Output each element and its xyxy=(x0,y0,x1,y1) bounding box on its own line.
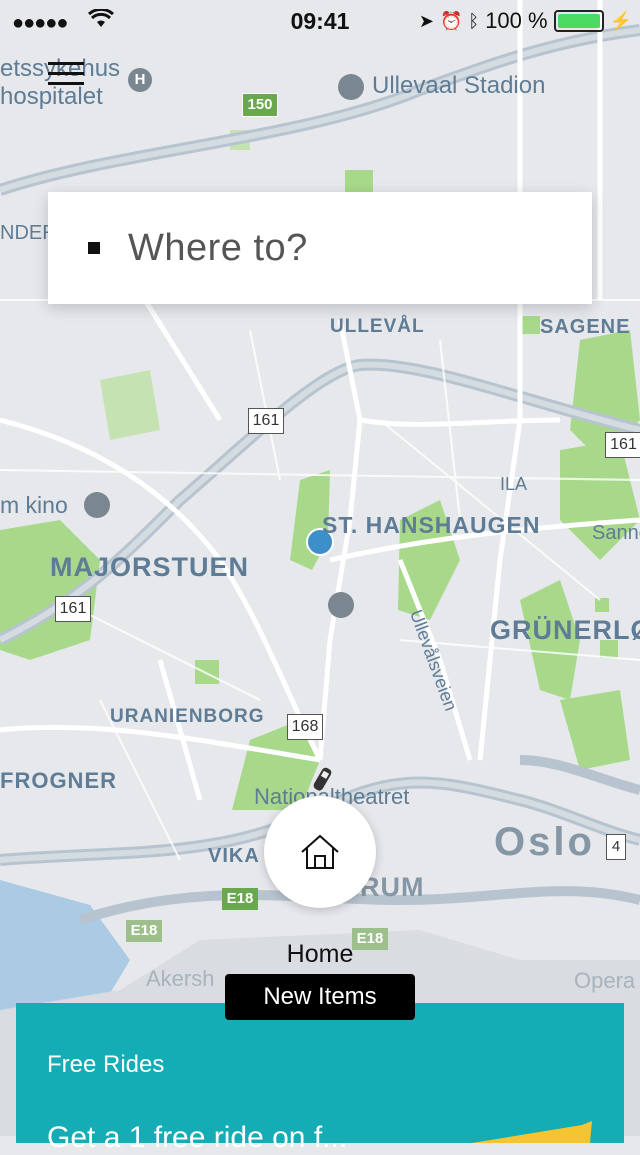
home-label: Home xyxy=(286,940,354,968)
map-label-ila: ILA xyxy=(500,474,528,494)
road-shield: 168 xyxy=(287,714,323,740)
where-to-search[interactable]: Where to? xyxy=(48,192,592,304)
park xyxy=(100,370,160,440)
battery-icon xyxy=(553,10,604,32)
road-shield: 161 xyxy=(248,408,284,434)
new-items-label: New Items xyxy=(263,983,377,1010)
home-icon xyxy=(301,834,339,869)
promo-subtitle: Get a 1 free ride on f... xyxy=(47,1121,348,1154)
map-label-ullevaal: ULLEVÅL xyxy=(330,316,425,337)
map-label-majorstuen: MAJORSTUEN xyxy=(50,552,250,582)
road-shield: E18 xyxy=(126,920,162,942)
map-label-ullevaal-stadion: Ullevaal Stadion xyxy=(372,72,546,99)
menu-button[interactable] xyxy=(48,62,84,90)
hospital-icon: H xyxy=(128,68,152,92)
battery-percent: 100 % xyxy=(485,8,548,33)
map-label-vika: VIKA xyxy=(208,845,260,867)
stadium-icon xyxy=(328,592,354,618)
road-shield: 150 xyxy=(242,93,278,117)
charging-icon: ⚡ xyxy=(609,10,632,31)
home-shortcut-button[interactable] xyxy=(264,796,376,908)
map-label-sannergata: Sanne xyxy=(592,522,640,544)
road-shield: E18 xyxy=(222,888,258,910)
map-label-grunerlokka: GRÜNERLØ xyxy=(490,615,640,645)
road-shield: 4 xyxy=(606,834,626,860)
search-placeholder: Where to? xyxy=(128,226,308,269)
map-label-st-hanshaugen: ST. HANSHAUGEN xyxy=(322,512,541,538)
map-label-sagene: SAGENE xyxy=(540,316,631,338)
status-bar: ●●●●● 09:41 ➤ ⏰ ᛒ 100 % ⚡ xyxy=(0,0,640,40)
alarm-icon: ⏰ xyxy=(439,10,463,31)
map-label-uranienborg: URANIENBORG xyxy=(110,706,265,727)
cinema-icon xyxy=(84,492,110,518)
map-label-frogner: FROGNER xyxy=(0,768,117,793)
map-label-oslo: Oslo xyxy=(494,820,595,864)
destination-square-icon xyxy=(88,242,100,254)
map-label-opera: Opera xyxy=(574,968,636,993)
bluetooth-icon: ᛒ xyxy=(468,10,480,31)
menu-icon xyxy=(48,62,84,65)
stadium-icon xyxy=(338,74,364,100)
promo-card[interactable]: Free Rides Get a 1 free ride on f... xyxy=(16,1003,624,1154)
road-shield: 161 xyxy=(55,596,91,622)
ticket-icon xyxy=(472,1121,592,1143)
map-label-aker: Akersh xyxy=(146,966,215,991)
new-items-button[interactable]: New Items xyxy=(225,974,415,1020)
map-label-kino: m kino xyxy=(0,492,68,518)
location-arrow-icon: ➤ xyxy=(418,10,434,31)
promo-title: Free Rides xyxy=(47,1051,165,1078)
road-shield: 161 xyxy=(605,432,640,458)
